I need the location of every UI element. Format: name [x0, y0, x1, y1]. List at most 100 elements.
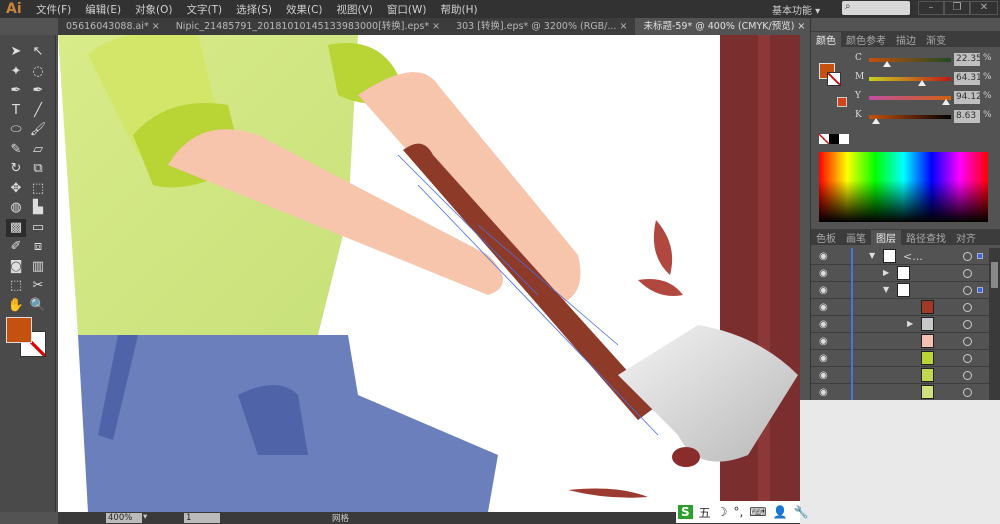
tab-color[interactable]: 颜色	[811, 31, 841, 47]
layer-row[interactable]: ◉ ▼ <...	[811, 248, 989, 265]
shape-builder-tool-icon[interactable]: ◍	[6, 199, 26, 217]
symbol-sprayer-tool-icon[interactable]: ◙	[6, 258, 26, 276]
slider-value-input[interactable]: 8.63	[954, 110, 980, 123]
tab-align[interactable]: 对齐	[951, 230, 981, 245]
target-circle-icon[interactable]	[963, 320, 972, 329]
puppet-warp-tool-icon[interactable]: ✥	[6, 180, 26, 198]
mesh-tool-icon[interactable]: ▩	[6, 218, 26, 237]
collapse-triangle-icon[interactable]: ▼	[883, 285, 889, 294]
magic-wand-tool-icon[interactable]: ✦	[6, 63, 26, 81]
column-graph-tool-icon[interactable]: ▥	[28, 258, 48, 276]
layer-row[interactable]: ◉	[811, 367, 989, 384]
artboard-field[interactable]: 1	[184, 513, 220, 523]
menu-effect[interactable]: 效果(C)	[286, 2, 323, 17]
tab-document-3[interactable]: 303 [转换].eps* @ 3200% (RGB/... ×	[448, 18, 635, 35]
layer-row[interactable]: ◉ ▶	[811, 316, 989, 333]
selection-tool-icon[interactable]: ➤	[6, 43, 26, 61]
target-circle-icon[interactable]	[963, 303, 972, 312]
target-circle-icon[interactable]	[963, 354, 972, 363]
zoom-dropdown[interactable]: ▾	[143, 512, 147, 522]
moon-icon[interactable]: ☽	[717, 505, 728, 519]
tab-color-guide[interactable]: 颜色参考	[841, 32, 891, 47]
visibility-eye-icon[interactable]: ◉	[819, 302, 828, 313]
layer-row[interactable]: ◉	[811, 384, 989, 400]
visibility-eye-icon[interactable]: ◉	[819, 387, 828, 398]
keyboard-icon[interactable]: ⌨	[749, 505, 766, 519]
menu-help[interactable]: 帮助(H)	[441, 2, 478, 17]
artboard-tool-icon[interactable]: ⬚	[6, 277, 26, 295]
tab-swatches[interactable]: 色板	[811, 230, 841, 245]
target-circle-icon[interactable]	[963, 371, 972, 380]
workspace-switcher[interactable]: 基本功能 ▾	[772, 2, 820, 17]
target-circle-icon[interactable]	[963, 286, 972, 295]
black-swatch[interactable]	[829, 134, 839, 144]
slider-thumb[interactable]	[883, 61, 892, 67]
tab-layers[interactable]: 图层	[871, 229, 901, 245]
expand-triangle-icon[interactable]: ▶	[907, 319, 913, 328]
slider-value-input[interactable]: 64.31	[954, 72, 980, 85]
tools-icon[interactable]: 🔧	[794, 505, 809, 519]
slider-value-input[interactable]: 22.35	[954, 53, 980, 66]
blend-tool-icon[interactable]: ⧈	[28, 238, 48, 256]
menu-object[interactable]: 对象(O)	[135, 2, 172, 17]
ellipse-tool-icon[interactable]: ⬭	[6, 121, 26, 139]
visibility-eye-icon[interactable]: ◉	[819, 319, 828, 330]
target-circle-icon[interactable]	[963, 252, 972, 261]
slider-track[interactable]	[869, 58, 951, 62]
visibility-eye-icon[interactable]: ◉	[819, 285, 828, 296]
visibility-eye-icon[interactable]: ◉	[819, 353, 828, 364]
free-transform-tool-icon[interactable]: ⬚	[28, 180, 48, 198]
none-swatch[interactable]	[819, 134, 829, 144]
visibility-eye-icon[interactable]: ◉	[819, 251, 828, 262]
slider-thumb[interactable]	[942, 99, 951, 105]
eraser-tool-icon[interactable]: ▱	[28, 141, 48, 159]
hand-tool-icon[interactable]: ✋	[6, 297, 26, 315]
minimize-button[interactable]: –	[918, 1, 944, 15]
tab-document-1[interactable]: 05616043088.ai* ×	[58, 18, 168, 35]
color-spectrum[interactable]	[819, 152, 988, 222]
layer-row[interactable]: ◉ ▶	[811, 265, 989, 282]
tab-stroke[interactable]: 描边	[891, 32, 921, 47]
zoom-field[interactable]: 400%	[106, 513, 142, 523]
layer-row[interactable]: ◉ ▼	[811, 282, 989, 299]
slider-track[interactable]	[869, 96, 951, 100]
rotate-tool-icon[interactable]: ↻	[6, 160, 26, 178]
lasso-tool-icon[interactable]: ◌	[28, 63, 48, 81]
tab-brushes[interactable]: 画笔	[841, 230, 871, 245]
artboard-canvas[interactable]	[58, 35, 800, 512]
menu-file[interactable]: 文件(F)	[36, 2, 71, 17]
eyedropper-tool-icon[interactable]: ✐	[6, 238, 26, 256]
type-tool-icon[interactable]: T	[6, 102, 26, 120]
direct-selection-tool-icon[interactable]: ↖	[28, 43, 48, 61]
gradient-tool-icon[interactable]: ▭	[28, 219, 48, 237]
layer-row[interactable]: ◉	[811, 299, 989, 316]
slider-track[interactable]	[869, 77, 951, 81]
slider-value-input[interactable]: 94.12	[954, 91, 980, 104]
paintbrush-tool-icon[interactable]: 🖌	[28, 121, 48, 139]
tab-document-active[interactable]: 未标题-59* @ 400% (CMYK/预览) ×	[635, 18, 810, 35]
white-swatch[interactable]	[839, 134, 849, 144]
zoom-tool-icon[interactable]: 🔍	[28, 297, 48, 315]
visibility-eye-icon[interactable]: ◉	[819, 336, 828, 347]
ime-wubi[interactable]: 五	[699, 504, 711, 521]
menu-view[interactable]: 视图(V)	[337, 2, 373, 17]
user-icon[interactable]: 👤	[773, 505, 788, 519]
menu-window[interactable]: 窗口(W)	[387, 2, 427, 17]
tab-pathfinder[interactable]: 路径查找	[901, 230, 951, 245]
menu-type[interactable]: 文字(T)	[187, 2, 223, 17]
menu-edit[interactable]: 编辑(E)	[85, 2, 121, 17]
pencil-tool-icon[interactable]: ✎	[6, 141, 26, 159]
target-circle-icon[interactable]	[963, 337, 972, 346]
tab-gradient[interactable]: 渐变	[921, 32, 951, 47]
restore-button[interactable]: ❐	[944, 1, 970, 15]
scale-tool-icon[interactable]: ⧉	[28, 160, 48, 178]
layers-scrollbar[interactable]	[989, 248, 1000, 400]
layer-row[interactable]: ◉	[811, 350, 989, 367]
layer-row[interactable]: ◉	[811, 333, 989, 350]
tab-document-2[interactable]: Nipic_21485791_20181010145133983000[转换].…	[168, 18, 448, 35]
collapse-triangle-icon[interactable]: ▼	[869, 251, 875, 260]
selection-indicator[interactable]	[977, 253, 983, 259]
slider-track[interactable]	[869, 115, 951, 119]
fill-color-box[interactable]	[6, 317, 32, 343]
slice-tool-icon[interactable]: ✂	[28, 277, 48, 295]
